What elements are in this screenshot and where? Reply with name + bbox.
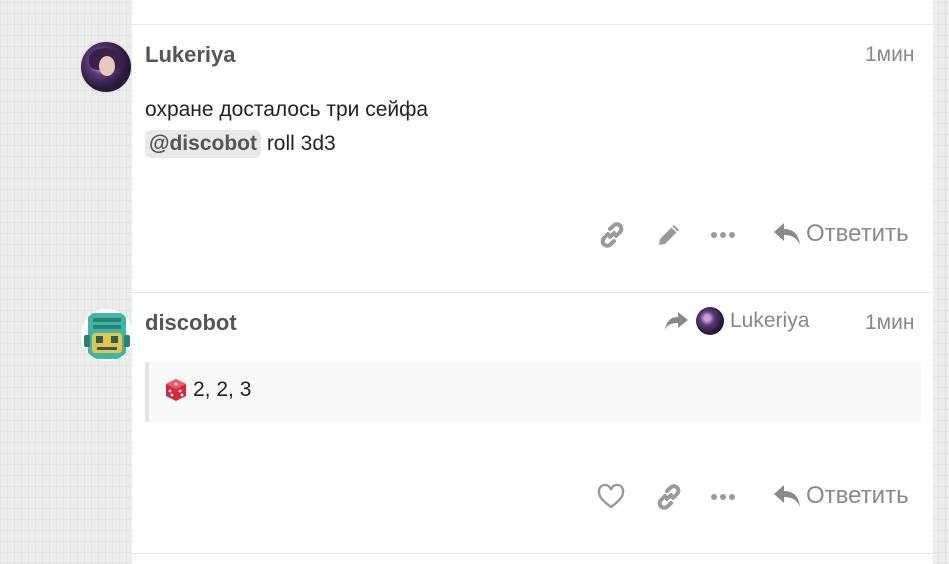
more-dots-icon[interactable] xyxy=(709,489,737,505)
dice-values: 2, 2, 3 xyxy=(193,378,252,401)
more-dots-icon[interactable] xyxy=(709,227,737,243)
avatar[interactable] xyxy=(80,41,132,93)
reply-label: Ответить xyxy=(806,220,909,247)
link-icon[interactable] xyxy=(598,221,626,249)
post-body-line2: @discobot roll 3d3 xyxy=(145,128,336,160)
post-username[interactable]: discobot xyxy=(145,310,237,336)
reply-to-avatar xyxy=(696,307,724,335)
reply-icon xyxy=(774,485,800,507)
topic-panel xyxy=(132,0,933,564)
link-icon[interactable] xyxy=(655,483,683,511)
reply-button[interactable]: Ответить xyxy=(772,220,909,248)
reply-button[interactable]: Ответить xyxy=(772,482,909,510)
post-divider xyxy=(132,553,933,554)
avatar-face xyxy=(99,56,115,76)
reply-to-tab[interactable]: Lukeriya xyxy=(664,307,809,335)
dice-icon xyxy=(166,379,186,401)
post-username[interactable]: Lukeriya xyxy=(145,42,236,68)
reply-to-username: Lukeriya xyxy=(730,309,810,332)
dice-result: 2, 2, 3 xyxy=(165,378,251,402)
post-divider xyxy=(132,292,933,293)
reply-icon xyxy=(774,223,800,245)
discobot-avatar[interactable] xyxy=(81,309,133,361)
post-time[interactable]: 1мин xyxy=(865,311,914,335)
pencil-icon[interactable] xyxy=(655,221,683,249)
post-divider xyxy=(132,24,933,25)
heart-icon[interactable] xyxy=(597,483,625,511)
reply-arrow-icon xyxy=(665,312,688,330)
dice-result-box xyxy=(145,362,921,422)
post-body-text: roll 3d3 xyxy=(260,132,336,155)
reply-label: Ответить xyxy=(806,482,909,509)
mention-link[interactable]: @discobot xyxy=(145,130,261,158)
post-time[interactable]: 1мин xyxy=(865,43,914,67)
post-body-line1: охране досталось три сейфа xyxy=(145,98,429,121)
